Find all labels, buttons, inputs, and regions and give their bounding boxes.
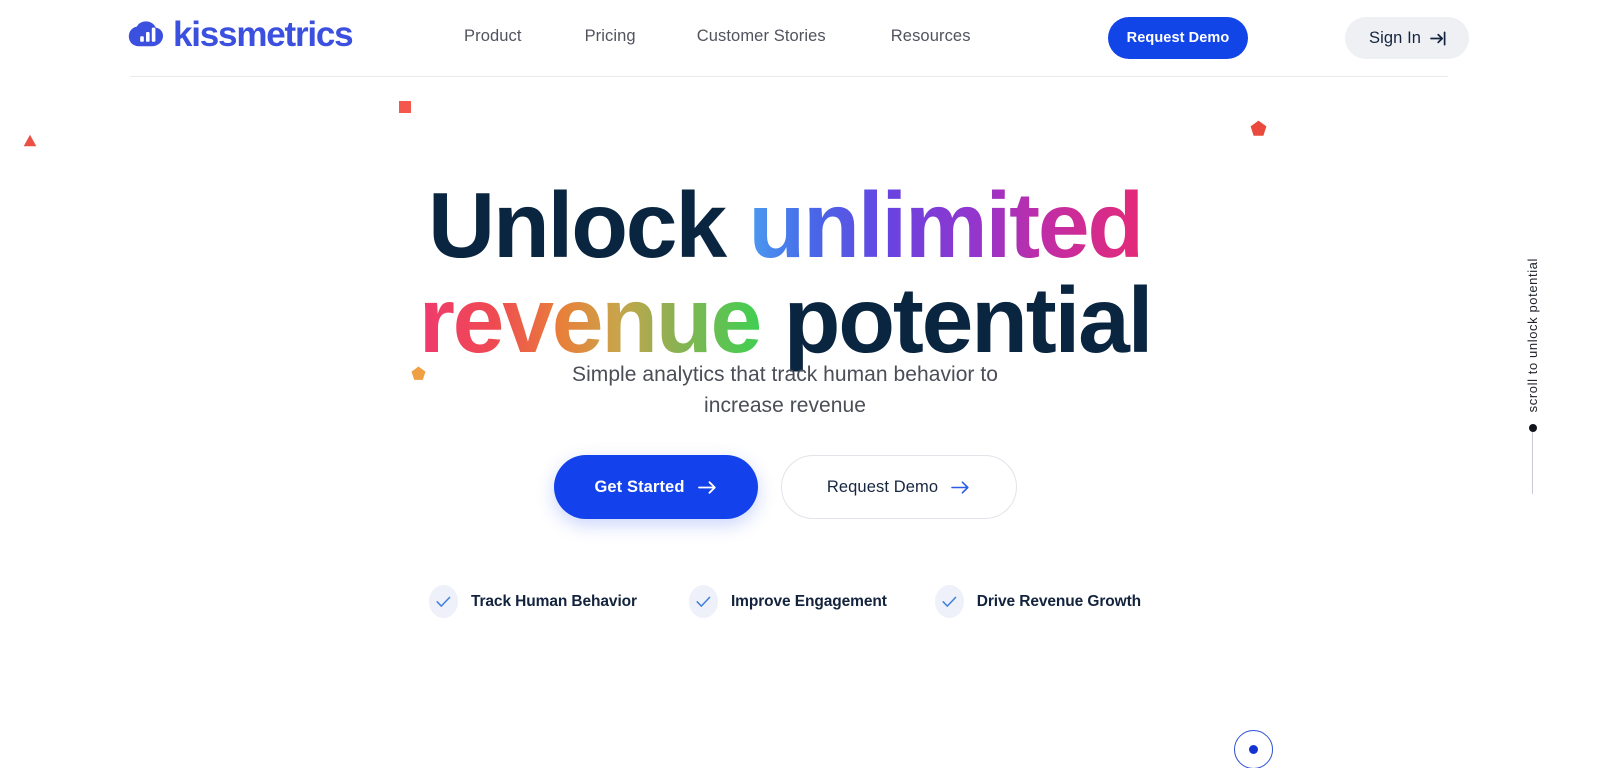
- nav-item-customer-stories[interactable]: Customer Stories: [697, 27, 826, 46]
- decoration-square-red: [399, 101, 411, 113]
- headline-part-revenue: revenue: [418, 268, 762, 373]
- logo-link[interactable]: kissmetrics: [128, 15, 354, 54]
- subtitle-line-2: increase revenue: [704, 393, 866, 417]
- arrow-right-icon: [697, 480, 717, 495]
- nav-item-pricing[interactable]: Pricing: [585, 27, 636, 46]
- check-icon: [934, 585, 964, 618]
- scroll-dot-icon: [1528, 424, 1537, 433]
- scroll-indicator: scroll to unlock potential: [1525, 258, 1540, 495]
- feature-list: Track Human Behavior Improve Engagement …: [0, 585, 1570, 618]
- scroll-indicator-label: scroll to unlock potential: [1525, 258, 1540, 413]
- page-title: Unlock unlimited revenue potential: [0, 179, 1570, 367]
- check-icon: [688, 585, 718, 618]
- feature-label: Improve Engagement: [730, 592, 887, 610]
- sign-in-label: Sign In: [1369, 28, 1422, 47]
- logo-text: kissmetrics: [173, 15, 354, 54]
- header-request-demo-button[interactable]: Request Demo: [1108, 17, 1248, 59]
- sign-in-button[interactable]: Sign In: [1345, 17, 1470, 59]
- check-icon: [428, 585, 458, 618]
- request-demo-label: Request Demo: [826, 477, 939, 496]
- headline-part-unlock: Unlock: [427, 173, 749, 277]
- decoration-pentagon-orange: [411, 366, 426, 386]
- headline-part-unlimited: unlimited: [748, 173, 1144, 277]
- subtitle-line-1: Simple analytics that track human behavi…: [572, 363, 998, 386]
- get-started-button[interactable]: Get Started: [553, 455, 758, 519]
- cloud-bar-chart-icon: [128, 19, 164, 51]
- landing-page: kissmetrics Product Pricing Customer Sto…: [0, 0, 1600, 768]
- main-navigation: Product Pricing Customer Stories Resourc…: [464, 27, 971, 46]
- scroll-down-circle-icon[interactable]: [1234, 730, 1273, 768]
- arrow-right-icon: [951, 480, 970, 495]
- feature-label: Track Human Behavior: [470, 592, 637, 610]
- feature-item-track-human-behavior: Track Human Behavior: [428, 585, 637, 618]
- feature-item-improve-engagement: Improve Engagement: [688, 585, 887, 618]
- hero-subtitle: Simple analytics that track human behavi…: [0, 360, 1570, 422]
- hero-cta-row: Get Started Request Demo: [0, 455, 1570, 519]
- nav-item-resources[interactable]: Resources: [891, 27, 971, 46]
- hero-request-demo-button[interactable]: Request Demo: [780, 455, 1017, 519]
- scroll-indicator-line: [1532, 432, 1533, 495]
- get-started-label: Get Started: [594, 477, 685, 496]
- decoration-pentagon-red: [1250, 120, 1267, 142]
- header-divider: [130, 76, 1448, 77]
- site-header: kissmetrics Product Pricing Customer Sto…: [0, 0, 1600, 77]
- feature-label: Drive Revenue Growth: [976, 592, 1142, 610]
- scroll-down-dot: [1249, 745, 1258, 754]
- headline-part-potential: potential: [759, 268, 1154, 373]
- decoration-triangle-red: [23, 134, 37, 152]
- nav-item-product[interactable]: Product: [464, 27, 522, 46]
- login-arrow-icon: [1430, 31, 1447, 46]
- feature-item-drive-revenue-growth: Drive Revenue Growth: [934, 585, 1142, 618]
